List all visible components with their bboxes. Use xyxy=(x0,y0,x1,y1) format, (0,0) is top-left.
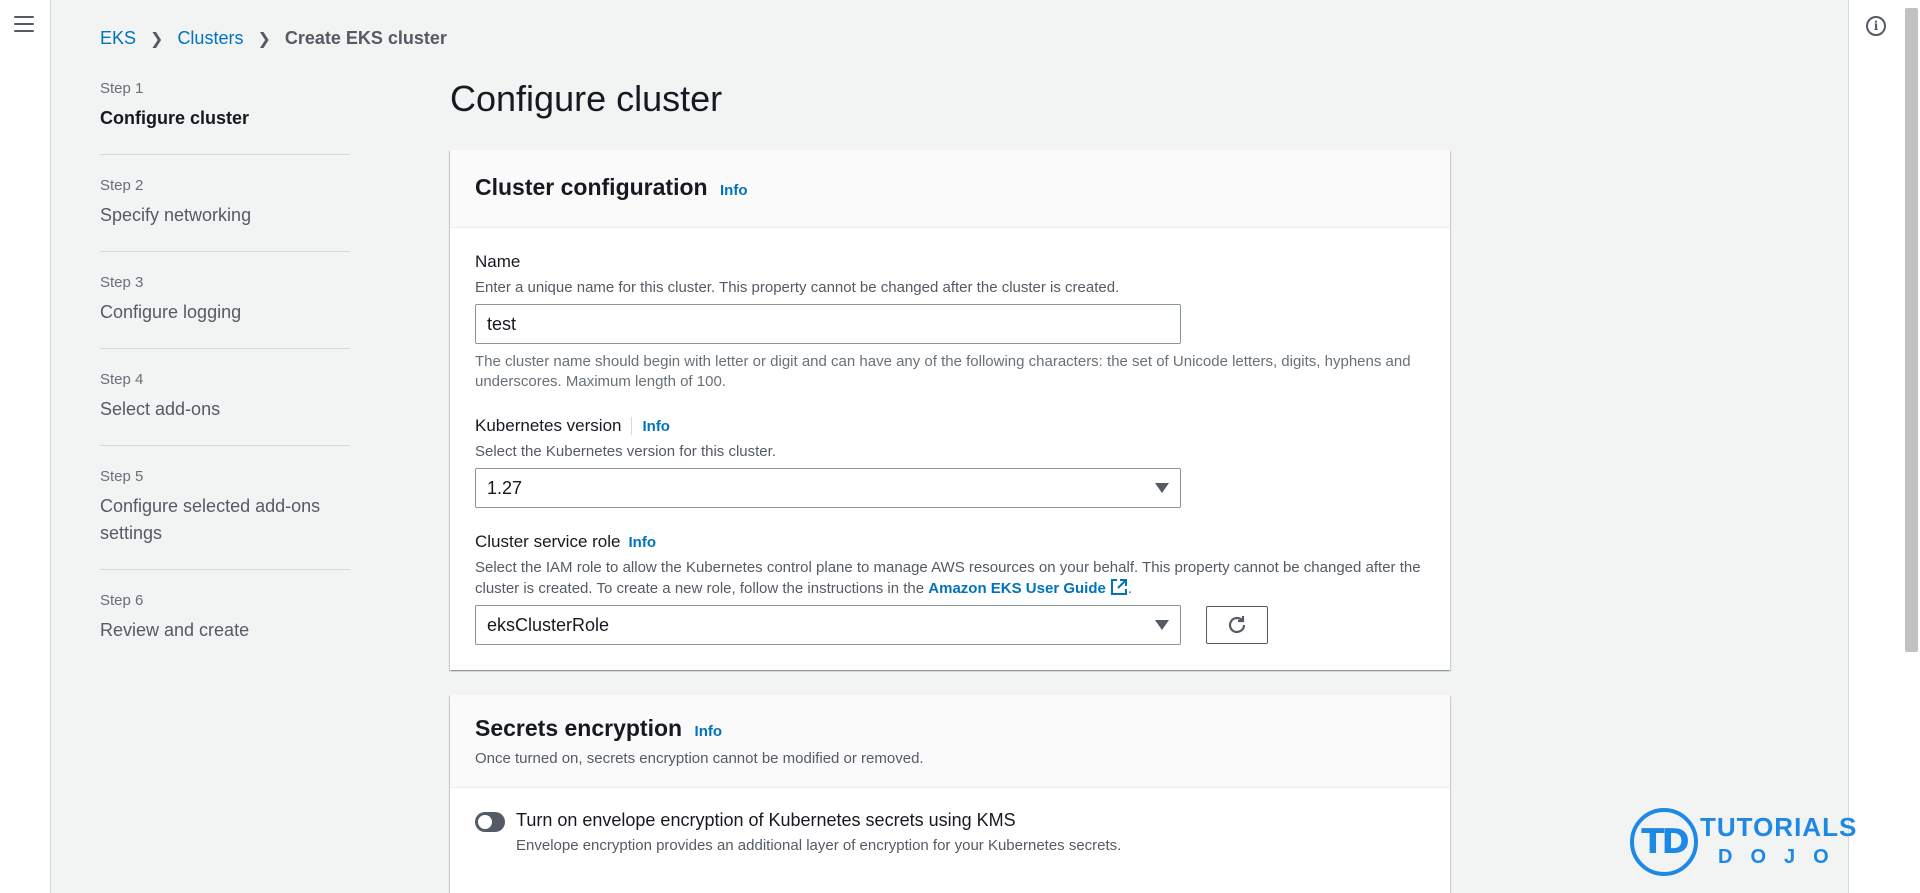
info-link[interactable]: Info xyxy=(629,534,657,551)
cluster-configuration-panel: Cluster configuration Info Name Enter a … xyxy=(450,150,1450,670)
step-number: Step 6 xyxy=(100,592,144,609)
toggle-knob xyxy=(478,815,492,829)
page-scrollbar[interactable] xyxy=(1905,8,1918,652)
step-title: Select add-ons xyxy=(100,399,221,419)
step-number: Step 1 xyxy=(100,80,144,97)
field-label-text: Cluster service role xyxy=(475,532,621,551)
step-number: Step 4 xyxy=(100,371,144,388)
page-title: Configure cluster xyxy=(450,78,723,119)
step-5[interactable]: Step 5 Configure selected add-ons settin… xyxy=(100,468,350,570)
breadcrumb: EKS ❯ Clusters ❯ Create EKS cluster xyxy=(100,28,447,49)
toggle-label: Turn on envelope encryption of Kubernete… xyxy=(516,810,1016,830)
panel-title: Secrets encryption xyxy=(475,715,683,741)
envelope-encryption-toggle[interactable] xyxy=(475,812,505,832)
step-6[interactable]: Step 6 Review and create xyxy=(100,592,350,666)
step-2[interactable]: Step 2 Specify networking xyxy=(100,177,350,252)
field-label-text: Kubernetes version xyxy=(475,416,622,435)
wizard-steps: Step 1 Configure cluster Step 2 Specify … xyxy=(100,80,350,688)
logo-text: TUTORIALS xyxy=(1700,812,1858,842)
step-4[interactable]: Step 4 Select add-ons xyxy=(100,371,350,446)
field-description: Select the IAM role to allow the Kuberne… xyxy=(475,558,1425,599)
chevron-right-icon: ❯ xyxy=(257,30,271,48)
role-row: eksClusterRole xyxy=(475,605,1425,645)
cluster-service-role-field: Cluster service role Info Select the IAM… xyxy=(475,532,1425,645)
logo-subtext: DOJO xyxy=(1718,846,1847,868)
info-link[interactable]: Info xyxy=(642,418,670,435)
selected-value: 1.27 xyxy=(487,477,523,498)
field-constraint: The cluster name should begin with lette… xyxy=(475,353,1411,390)
caret-down-icon xyxy=(1155,620,1169,630)
logo-mark: TD xyxy=(1630,808,1698,876)
step-title: Configure logging xyxy=(100,302,242,322)
kubernetes-version-select[interactable]: 1.27 xyxy=(475,468,1181,508)
navigation-rail xyxy=(0,0,51,893)
secrets-encryption-panel: Secrets encryption Info Once turned on, … xyxy=(450,695,1450,893)
step-title: Configure selected add-ons settings xyxy=(100,496,321,543)
step-title: Specify networking xyxy=(100,205,252,225)
field-description: Enter a unique name for this cluster. Th… xyxy=(475,279,1120,296)
tools-rail: i xyxy=(1848,0,1920,893)
chevron-right-icon: ❯ xyxy=(150,30,164,48)
panel-body: Name Enter a unique name for this cluste… xyxy=(450,228,1450,670)
name-field: Name Enter a unique name for this cluste… xyxy=(475,252,1425,392)
cluster-service-role-select[interactable]: eksClusterRole xyxy=(475,605,1181,645)
cluster-name-input[interactable] xyxy=(475,304,1181,344)
breadcrumb-clusters[interactable]: Clusters xyxy=(177,28,243,49)
toggle-description: Envelope encryption provides an addition… xyxy=(516,837,1122,854)
eks-user-guide-link[interactable]: Amazon EKS User Guide xyxy=(928,580,1106,597)
toggle-text: Turn on envelope encryption of Kubernete… xyxy=(516,810,1121,854)
panel-header: Cluster configuration Info xyxy=(450,150,1450,228)
tutorials-dojo-logo: TD TUTORIALS DOJO xyxy=(1630,808,1856,880)
breadcrumb-eks[interactable]: EKS xyxy=(100,28,136,49)
description-text: . xyxy=(1127,580,1133,597)
info-link[interactable]: Info xyxy=(695,723,723,740)
field-description: Select the Kubernetes version for this c… xyxy=(475,443,776,460)
step-number: Step 2 xyxy=(100,177,144,194)
step-title: Configure cluster xyxy=(100,108,250,128)
hamburger-menu-icon[interactable] xyxy=(14,16,34,34)
refresh-button[interactable] xyxy=(1206,606,1268,644)
step-number: Step 3 xyxy=(100,274,144,291)
info-circle-icon[interactable]: i xyxy=(1866,16,1886,36)
divider xyxy=(631,417,633,435)
info-link[interactable]: Info xyxy=(720,182,748,199)
envelope-encryption-toggle-row: Turn on envelope encryption of Kubernete… xyxy=(475,810,1425,854)
step-1[interactable]: Step 1 Configure cluster xyxy=(100,80,350,155)
panel-title: Cluster configuration xyxy=(475,174,708,200)
field-label: Kubernetes version Info xyxy=(475,416,1425,436)
refresh-icon xyxy=(1228,616,1246,634)
breadcrumb-current: Create EKS cluster xyxy=(284,28,447,48)
caret-down-icon xyxy=(1155,483,1169,493)
kubernetes-version-field: Kubernetes version Info Select the Kuber… xyxy=(475,416,1425,508)
step-3[interactable]: Step 3 Configure logging xyxy=(100,274,350,349)
step-number: Step 5 xyxy=(100,468,144,485)
field-label: Cluster service role Info xyxy=(475,532,1425,552)
step-title: Review and create xyxy=(100,620,250,640)
selected-value: eksClusterRole xyxy=(487,614,610,635)
panel-header: Secrets encryption Info Once turned on, … xyxy=(450,695,1450,788)
panel-body: Turn on envelope encryption of Kubernete… xyxy=(450,788,1450,879)
panel-subtitle: Once turned on, secrets encryption canno… xyxy=(475,750,924,767)
field-label: Name xyxy=(475,252,521,271)
external-link-icon[interactable] xyxy=(1110,578,1128,596)
